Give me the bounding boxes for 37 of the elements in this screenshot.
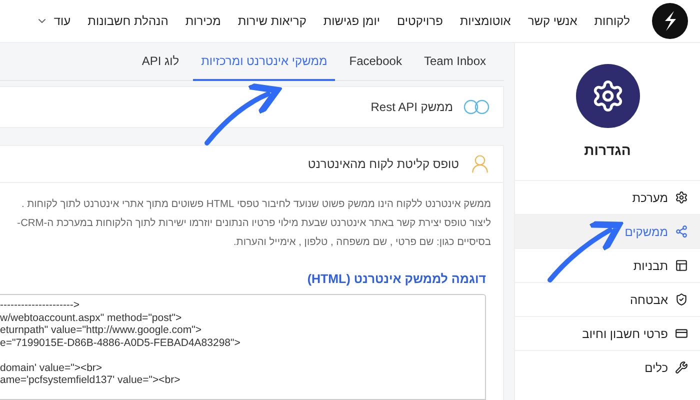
tab[interactable]: ממשקי אינטרנט ומרכזיות bbox=[193, 43, 336, 81]
description-text: ממשק אינטרנט ללקוח הינו ממשק פשוט שנועד לחיבור טפסי HTML פשוטים מתוך אתרי אינטרנט לתוך לקוחות . bbox=[20, 198, 491, 211]
tab[interactable]: לוג API bbox=[134, 43, 188, 81]
nav-link[interactable]: לקוחות bbox=[594, 14, 630, 28]
credit-card-icon bbox=[675, 327, 688, 340]
nav-link[interactable]: אוטומציות bbox=[460, 14, 511, 28]
gear-icon bbox=[675, 191, 688, 204]
code-line: ---------------------> bbox=[0, 299, 81, 312]
sidebar-title: הגדרות bbox=[583, 142, 632, 158]
card-title: טופס קליטת לקוח מהאינטרנט bbox=[308, 157, 459, 171]
tab[interactable]: Team Inbox bbox=[416, 43, 494, 81]
nav-link[interactable]: אנשי קשר bbox=[528, 14, 578, 28]
share-icon bbox=[675, 225, 688, 238]
nav-link[interactable]: קריאות שירות bbox=[238, 14, 306, 28]
logo-icon[interactable] bbox=[652, 3, 688, 39]
nav-link[interactable]: מכירות bbox=[185, 14, 221, 28]
code-line: ame='pcfsystemfield137' value="><br> bbox=[0, 374, 182, 386]
person-icon bbox=[469, 153, 491, 175]
nav-link[interactable]: יומן פגישות bbox=[323, 14, 380, 28]
code-line: e="7199015E-D86B-4886-A0D5-FEBAD4A83298"> bbox=[0, 336, 242, 349]
section-heading: דוגמה לממשק אינטרנט (HTML) bbox=[306, 271, 487, 286]
linked-circles-icon bbox=[463, 99, 491, 115]
code-box[interactable]: ---------------------> w/webtoaccount.aspx" method="post"> eturnpath" value="http://www.google.com"> e="7199015E-D86B-4886-A0D5-FEBAD4A83298"> domain' value="><br> ame='pcfsystemfield137' value="><br> bbox=[0, 294, 486, 400]
more-menu[interactable]: עוד bbox=[36, 14, 71, 28]
nav-link[interactable]: הנהלת חשבונות bbox=[88, 14, 168, 28]
shield-icon bbox=[675, 293, 688, 306]
description-text: בסיסיים כגון: שם פרטי , שם משפחה , טלפון , אימייל והערות. bbox=[232, 236, 491, 249]
layout-icon bbox=[675, 259, 688, 272]
card-title: ממשק Rest API bbox=[370, 100, 453, 114]
tab[interactable]: Facebook bbox=[341, 43, 410, 81]
nav-link[interactable]: פרויקטים bbox=[397, 14, 443, 28]
code-line: w/webtoaccount.aspx" method="post"> bbox=[0, 312, 183, 324]
code-line: eturnpath" value="http://www.google.com"> bbox=[0, 324, 202, 336]
wrench-icon bbox=[675, 361, 688, 374]
description-text: ליצור טופס יצירת קשר באתר אינטרנט שבעת מילוי פרטיו הנתונים יוזרמו ישירות לתוך הלקוחות במערכת ה-CRM- bbox=[16, 217, 491, 230]
sidebar-item[interactable]: ממשקים bbox=[515, 214, 700, 248]
code-line: domain' value="><br> bbox=[0, 362, 104, 374]
